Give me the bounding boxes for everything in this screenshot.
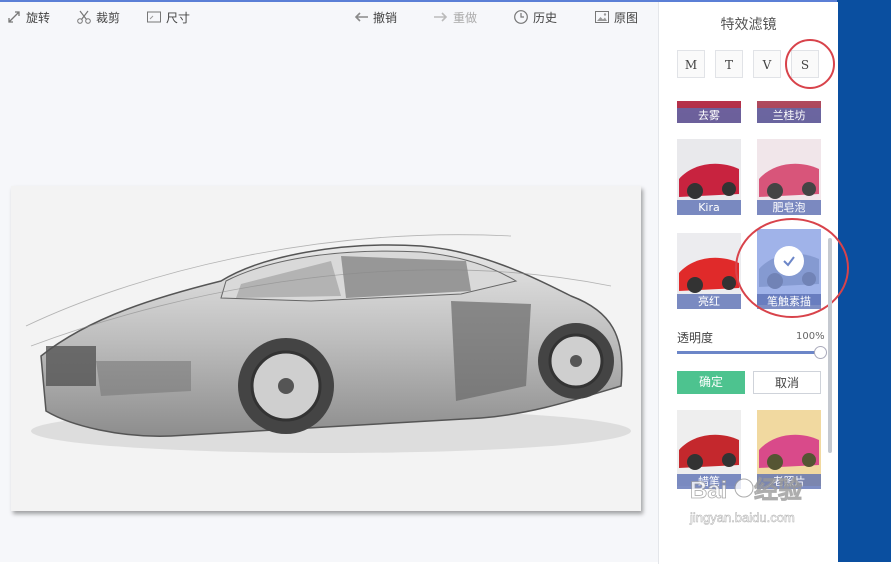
desktop-background [837, 0, 891, 562]
redo-arrow-icon [434, 12, 448, 22]
filter-brush-sketch[interactable]: 笔触素描 [757, 229, 821, 309]
history-label: 历史 [533, 10, 558, 25]
filter-dehaze[interactable]: 去雾 [677, 101, 741, 123]
category-m-button[interactable]: M [677, 50, 705, 78]
filter-crayon[interactable]: 蜡笔 [677, 407, 741, 489]
opacity-value: 100% [796, 331, 825, 342]
filter-bright-red[interactable]: 亮红 [677, 233, 741, 309]
original-label: 原图 [614, 10, 639, 25]
filter-label: 老照片 [757, 474, 821, 489]
original-button[interactable]: 原图 [594, 8, 638, 26]
size-label: 尺寸 [166, 10, 191, 25]
edited-image [11, 186, 641, 511]
redo-button[interactable]: 重做 [433, 8, 477, 26]
checkmark-icon [774, 246, 804, 276]
image-editor: 旋转 裁剪 尺寸 撤销 重做 历史 原图 特效滤镜 M T V S 去雾 兰桂坊… [0, 0, 849, 564]
car-sketch-image [11, 186, 641, 511]
filter-label: 兰桂坊 [757, 108, 821, 123]
filter-soap-bubble[interactable]: 肥皂泡 [757, 139, 821, 215]
rotate-button[interactable]: 旋转 [6, 8, 50, 26]
clock-icon [514, 10, 528, 24]
canvas-area[interactable] [0, 34, 658, 564]
redo-label: 重做 [453, 10, 478, 25]
crop-button[interactable]: 裁剪 [76, 8, 120, 26]
scissors-icon [77, 10, 91, 24]
rotate-icon [8, 11, 20, 23]
filter-label: 蜡笔 [677, 474, 741, 489]
confirm-button[interactable]: 确定 [677, 371, 745, 394]
filter-kira[interactable]: Kira [677, 139, 741, 215]
rotate-label: 旋转 [26, 10, 51, 25]
undo-label: 撤销 [373, 10, 398, 25]
filter-old-photo[interactable]: 老照片 [757, 407, 821, 489]
filter-label: Kira [677, 200, 741, 215]
toolbar: 旋转 裁剪 尺寸 撤销 重做 历史 原图 [0, 2, 658, 34]
cancel-button[interactable]: 取消 [753, 371, 821, 394]
category-t-button[interactable]: T [715, 50, 743, 78]
opacity-slider[interactable] [677, 346, 827, 359]
opacity-label: 透明度 [677, 331, 714, 345]
category-s-button[interactable]: S [791, 50, 819, 78]
filter-lankwaifong[interactable]: 兰桂坊 [757, 101, 821, 123]
crop-label: 裁剪 [96, 10, 121, 25]
undo-arrow-icon [354, 12, 368, 22]
filter-label: 亮红 [677, 294, 741, 309]
category-v-button[interactable]: V [753, 50, 781, 78]
panel-scrollbar[interactable] [828, 238, 832, 453]
resize-icon [147, 11, 161, 23]
filter-label: 笔触素描 [757, 294, 821, 309]
undo-button[interactable]: 撤销 [353, 8, 397, 26]
history-button[interactable]: 历史 [513, 8, 557, 26]
size-button[interactable]: 尺寸 [146, 8, 190, 26]
panel-title: 特效滤镜 [720, 17, 777, 33]
image-icon [595, 11, 609, 23]
slider-knob[interactable] [814, 346, 827, 359]
filter-label: 肥皂泡 [757, 200, 821, 215]
filter-label: 去雾 [677, 108, 741, 123]
